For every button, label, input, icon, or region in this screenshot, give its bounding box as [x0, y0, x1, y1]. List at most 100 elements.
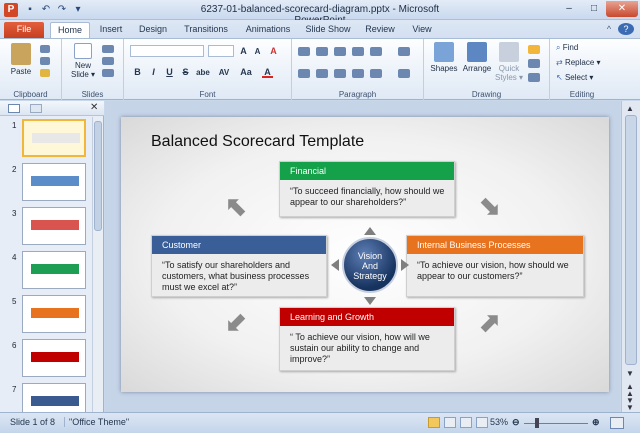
- bullets-icon[interactable]: [298, 47, 310, 56]
- tab-animations[interactable]: Animations: [242, 22, 294, 38]
- tab-design[interactable]: Design: [136, 22, 170, 38]
- tab-slide-show[interactable]: Slide Show: [304, 22, 352, 38]
- zoom-slider[interactable]: [524, 423, 588, 424]
- vertical-scrollbar[interactable]: ▲ ▼ ▲ ▲ ▼ ▼: [621, 101, 640, 412]
- zoom-in-icon[interactable]: ⊕: [592, 417, 600, 428]
- maximize-button[interactable]: □: [581, 1, 607, 17]
- align-left-icon[interactable]: [298, 69, 310, 78]
- learning-growth-box[interactable]: Learning and Growth “ To achieve our vis…: [279, 307, 455, 371]
- clear-formatting-icon[interactable]: A: [268, 46, 279, 57]
- minimize-button[interactable]: –: [556, 1, 582, 17]
- ribbon-minimize-icon[interactable]: ^: [602, 22, 616, 38]
- scroll-thumb[interactable]: [94, 121, 102, 231]
- slide-thumbnail-row[interactable]: 2: [0, 163, 92, 205]
- section-icon[interactable]: [102, 69, 114, 77]
- zoom-level[interactable]: 53%: [490, 417, 508, 427]
- tab-insert[interactable]: Insert: [96, 22, 126, 38]
- slide[interactable]: Balanced Scorecard Template Financial “T…: [121, 117, 609, 392]
- scroll-down-icon[interactable]: ▼: [626, 369, 634, 378]
- vertical-scroll-thumb[interactable]: [625, 115, 637, 365]
- bold-button[interactable]: B: [132, 67, 143, 78]
- scroll-up-icon[interactable]: ▲: [626, 104, 634, 113]
- columns-icon[interactable]: [370, 69, 382, 78]
- slide-title[interactable]: Balanced Scorecard Template: [151, 133, 364, 151]
- new-slide-button[interactable]: New Slide ▾: [68, 43, 98, 79]
- slide-thumbnail[interactable]: [22, 119, 86, 157]
- normal-view-icon[interactable]: [428, 417, 440, 428]
- copy-icon[interactable]: [40, 57, 50, 65]
- tab-file[interactable]: File: [4, 22, 44, 38]
- save-icon[interactable]: ▪: [24, 4, 36, 16]
- cut-icon[interactable]: [40, 45, 50, 53]
- slide-show-icon[interactable]: [476, 417, 488, 428]
- change-case-button[interactable]: Aa: [238, 67, 254, 78]
- replace-button[interactable]: ⇄ Replace ▾: [556, 58, 601, 67]
- close-pane-icon[interactable]: ✕: [90, 102, 98, 113]
- vision-strategy-circle[interactable]: Vision And Strategy: [342, 237, 398, 293]
- internal-processes-box[interactable]: Internal Business Processes “To achieve …: [406, 235, 584, 297]
- zoom-slider-thumb[interactable]: [535, 418, 539, 428]
- text-direction-icon[interactable]: [398, 47, 410, 56]
- slide-thumbnail[interactable]: [22, 295, 86, 333]
- shadow-button[interactable]: abe: [194, 67, 212, 78]
- shape-fill-icon[interactable]: [528, 45, 540, 54]
- slide-thumbnail[interactable]: [22, 163, 86, 201]
- reset-icon[interactable]: [102, 57, 114, 65]
- slides-tab-icon[interactable]: [8, 104, 20, 113]
- slide-thumbnail-row[interactable]: 3: [0, 207, 92, 249]
- char-spacing-button[interactable]: AV: [216, 67, 232, 78]
- tab-review[interactable]: Review: [362, 22, 398, 38]
- shape-outline-icon[interactable]: [528, 59, 540, 68]
- financial-box[interactable]: Financial “To succeed financially, how s…: [279, 161, 455, 217]
- tab-home[interactable]: Home: [50, 22, 90, 38]
- slide-thumbnail[interactable]: [22, 251, 86, 289]
- find-button[interactable]: ⌕ Find: [556, 43, 578, 53]
- increase-indent-icon[interactable]: [352, 47, 364, 56]
- quick-styles-button[interactable]: Quick Styles ▾: [494, 42, 524, 82]
- numbering-icon[interactable]: [316, 47, 328, 56]
- font-name-box[interactable]: [130, 45, 204, 57]
- strikethrough-button[interactable]: S: [180, 67, 191, 78]
- slide-thumbnail-row[interactable]: 6: [0, 339, 92, 381]
- align-right-icon[interactable]: [334, 69, 346, 78]
- next-slide-icon[interactable]: ▼ ▼: [626, 397, 634, 412]
- outline-tab-icon[interactable]: [30, 104, 42, 113]
- slide-thumbnail-row[interactable]: 4: [0, 251, 92, 293]
- slide-sorter-icon[interactable]: [444, 417, 456, 428]
- zoom-out-icon[interactable]: ⊖: [512, 417, 520, 428]
- previous-slide-icon[interactable]: ▲ ▲: [626, 383, 634, 398]
- select-button[interactable]: ↖ Select ▾: [556, 73, 593, 82]
- help-icon[interactable]: ?: [618, 23, 634, 35]
- powerpoint-app-icon[interactable]: P: [4, 3, 18, 17]
- grow-font-icon[interactable]: A: [238, 46, 249, 57]
- close-button[interactable]: ✕: [606, 1, 638, 17]
- slide-thumbnail[interactable]: [22, 207, 86, 245]
- undo-icon[interactable]: ↶: [40, 4, 52, 16]
- shapes-button[interactable]: Shapes: [428, 42, 460, 73]
- justify-icon[interactable]: [352, 69, 364, 78]
- font-size-box[interactable]: [208, 45, 234, 57]
- tab-transitions[interactable]: Transitions: [180, 22, 232, 38]
- slide-thumbnail-row[interactable]: 5: [0, 295, 92, 337]
- slide-thumbnail-row[interactable]: 1: [0, 119, 92, 161]
- line-spacing-icon[interactable]: [370, 47, 382, 56]
- paste-button[interactable]: Paste: [6, 43, 36, 76]
- redo-icon[interactable]: ↷: [56, 4, 68, 16]
- slide-thumbnail[interactable]: [22, 339, 86, 377]
- theme-name[interactable]: "Office Theme": [64, 417, 129, 427]
- underline-button[interactable]: U: [164, 67, 175, 78]
- fit-to-window-icon[interactable]: [610, 417, 624, 429]
- smartart-icon[interactable]: [398, 69, 410, 78]
- format-painter-icon[interactable]: [40, 69, 50, 77]
- slides-pane-scrollbar[interactable]: [92, 117, 103, 412]
- reading-view-icon[interactable]: [460, 417, 472, 428]
- customer-box[interactable]: Customer “To satisfy our shareholders an…: [151, 235, 327, 297]
- customize-quick-access-icon[interactable]: ▾: [72, 4, 84, 16]
- shape-effects-icon[interactable]: [528, 73, 540, 82]
- decrease-indent-icon[interactable]: [334, 47, 346, 56]
- shrink-font-icon[interactable]: A: [252, 46, 263, 57]
- align-center-icon[interactable]: [316, 69, 328, 78]
- layout-icon[interactable]: [102, 45, 114, 53]
- tab-view[interactable]: View: [408, 22, 436, 38]
- arrange-button[interactable]: Arrange: [460, 42, 494, 73]
